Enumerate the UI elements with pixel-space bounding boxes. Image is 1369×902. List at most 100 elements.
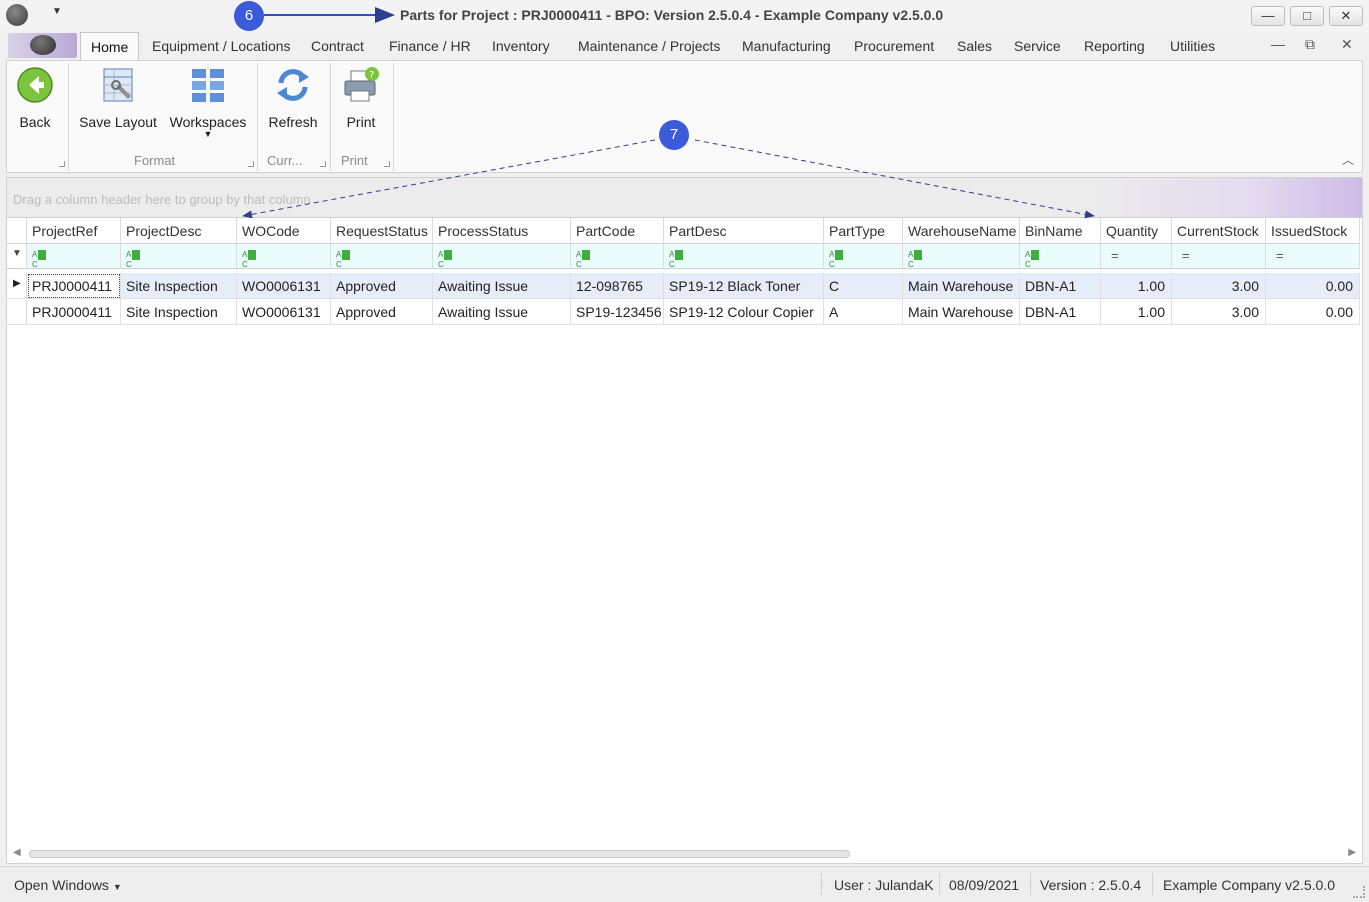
status-separator bbox=[939, 873, 940, 895]
collapse-ribbon-icon[interactable]: ︿ bbox=[1342, 151, 1354, 168]
table-cell[interactable]: SP19-123456 bbox=[571, 299, 664, 325]
filter-cell-partcode[interactable]: AC bbox=[571, 244, 664, 269]
table-cell[interactable]: A bbox=[824, 299, 903, 325]
close-button[interactable]: ✕ bbox=[1329, 6, 1363, 26]
status-separator bbox=[821, 873, 822, 895]
table-cell[interactable]: 3.00 bbox=[1172, 299, 1266, 325]
minimize-button[interactable]: — bbox=[1251, 6, 1285, 26]
scroll-right-icon[interactable]: ▶ bbox=[1348, 847, 1356, 858]
table-cell[interactable]: 1.00 bbox=[1101, 273, 1172, 299]
table-cell[interactable]: SP19-12 Black Toner bbox=[664, 273, 824, 299]
tab-utilities[interactable]: Utilities bbox=[1170, 38, 1215, 54]
column-header-issuedstock[interactable]: IssuedStock bbox=[1266, 218, 1360, 244]
column-header-binname[interactable]: BinName bbox=[1020, 218, 1101, 244]
column-header-warehousename[interactable]: WarehouseName bbox=[903, 218, 1020, 244]
column-header-projectdesc[interactable]: ProjectDesc bbox=[121, 218, 237, 244]
column-header-projectref[interactable]: ProjectRef bbox=[27, 218, 121, 244]
table-cell[interactable]: WO0006131 bbox=[237, 273, 331, 299]
filter-cell-partdesc[interactable]: AC bbox=[664, 244, 824, 269]
filter-cell-projectref[interactable]: AC bbox=[27, 244, 121, 269]
filter-cell-issuedstock[interactable]: = bbox=[1266, 244, 1360, 269]
app-logo-icon[interactable] bbox=[6, 4, 28, 26]
refresh-icon bbox=[277, 69, 309, 101]
column-header-wocode[interactable]: WOCode bbox=[237, 218, 331, 244]
filter-cell-binname[interactable]: AC bbox=[1020, 244, 1101, 269]
filter-cell-currentstock[interactable]: = bbox=[1172, 244, 1266, 269]
group-launcher-icon[interactable] bbox=[384, 161, 390, 167]
table-cell[interactable]: 0.00 bbox=[1266, 273, 1360, 299]
table-cell[interactable]: Main Warehouse bbox=[903, 273, 1020, 299]
maximize-button[interactable]: □ bbox=[1290, 6, 1324, 26]
filter-cell-projectdesc[interactable]: AC bbox=[121, 244, 237, 269]
group-launcher-icon[interactable] bbox=[248, 161, 254, 167]
column-header-quantity[interactable]: Quantity bbox=[1101, 218, 1172, 244]
table-cell[interactable]: Awaiting Issue bbox=[433, 273, 571, 299]
table-cell[interactable]: WO0006131 bbox=[237, 299, 331, 325]
mdi-close-button[interactable]: ✕ bbox=[1341, 36, 1353, 53]
tab-finance-hr[interactable]: Finance / HR bbox=[389, 38, 471, 54]
column-header-currentstock[interactable]: CurrentStock bbox=[1172, 218, 1266, 244]
row-indicator[interactable] bbox=[7, 299, 27, 325]
workspaces-button[interactable]: Workspaces ▼ bbox=[169, 65, 247, 139]
refresh-label: Refresh bbox=[268, 114, 318, 130]
column-header-partcode[interactable]: PartCode bbox=[571, 218, 664, 244]
column-header-parttype[interactable]: PartType bbox=[824, 218, 903, 244]
quick-access-dropdown-icon[interactable]: ▼ bbox=[52, 6, 66, 22]
tab-service[interactable]: Service bbox=[1014, 38, 1061, 54]
filter-cell-wocode[interactable]: AC bbox=[237, 244, 331, 269]
group-by-hint: Drag a column header here to group by th… bbox=[13, 192, 311, 207]
column-header-requeststatus[interactable]: RequestStatus bbox=[331, 218, 433, 244]
resize-grip-icon[interactable] bbox=[1353, 886, 1365, 898]
table-cell[interactable]: Site Inspection bbox=[121, 299, 237, 325]
table-cell[interactable]: 12-098765 bbox=[571, 273, 664, 299]
table-cell[interactable]: Site Inspection bbox=[121, 273, 237, 299]
horizontal-scrollbar[interactable]: ◀ ▶ bbox=[6, 844, 1363, 864]
table-cell[interactable]: C bbox=[824, 273, 903, 299]
table-cell[interactable]: SP19-12 Colour Copier bbox=[664, 299, 824, 325]
tab-manufacturing[interactable]: Manufacturing bbox=[742, 38, 831, 54]
application-menu-button[interactable] bbox=[8, 33, 77, 58]
column-header-partdesc[interactable]: PartDesc bbox=[664, 218, 824, 244]
table-cell[interactable]: PRJ0000411 bbox=[27, 299, 121, 325]
mdi-minimize-button[interactable]: — bbox=[1271, 36, 1285, 52]
group-by-panel[interactable]: Drag a column header here to group by th… bbox=[6, 177, 1363, 218]
tab-home[interactable]: Home bbox=[80, 32, 140, 61]
tab-equipment-locations[interactable]: Equipment / Locations bbox=[152, 38, 291, 54]
filter-cell-warehousename[interactable]: AC bbox=[903, 244, 1020, 269]
row-indicator[interactable]: ▶ bbox=[7, 273, 27, 299]
tab-inventory[interactable]: Inventory bbox=[492, 38, 550, 54]
filter-cell-requeststatus[interactable]: AC bbox=[331, 244, 433, 269]
refresh-button[interactable]: Refresh bbox=[265, 65, 321, 130]
table-cell[interactable]: 3.00 bbox=[1172, 273, 1266, 299]
table-cell[interactable]: Approved bbox=[331, 273, 433, 299]
tab-maintenance-projects[interactable]: Maintenance / Projects bbox=[578, 38, 720, 54]
window-title: Parts for Project : PRJ0000411 - BPO: Ve… bbox=[400, 7, 944, 23]
scroll-left-icon[interactable]: ◀ bbox=[13, 847, 21, 858]
group-label-format: Format bbox=[134, 153, 176, 168]
filter-cell-processstatus[interactable]: AC bbox=[433, 244, 571, 269]
text-filter-icon: AC bbox=[242, 250, 262, 269]
table-cell[interactable]: Awaiting Issue bbox=[433, 299, 571, 325]
mdi-restore-button[interactable]: ⧉ bbox=[1305, 36, 1315, 53]
column-header-processstatus[interactable]: ProcessStatus bbox=[433, 218, 571, 244]
save-layout-button[interactable]: Save Layout bbox=[77, 65, 159, 130]
table-cell[interactable]: DBN-A1 bbox=[1020, 273, 1101, 299]
back-button[interactable]: Back bbox=[13, 65, 57, 130]
table-cell[interactable]: DBN-A1 bbox=[1020, 299, 1101, 325]
tab-sales[interactable]: Sales bbox=[957, 38, 992, 54]
table-cell[interactable]: PRJ0000411 bbox=[27, 273, 121, 299]
group-launcher-icon[interactable] bbox=[59, 161, 65, 167]
filter-cell-parttype[interactable]: AC bbox=[824, 244, 903, 269]
tab-reporting[interactable]: Reporting bbox=[1084, 38, 1145, 54]
print-button[interactable]: ? Print bbox=[339, 65, 383, 130]
table-cell[interactable]: 1.00 bbox=[1101, 299, 1172, 325]
open-windows-button[interactable]: Open Windows ▼ bbox=[14, 877, 122, 893]
table-cell[interactable]: 0.00 bbox=[1266, 299, 1360, 325]
tab-contract[interactable]: Contract bbox=[311, 38, 364, 54]
table-cell[interactable]: Approved bbox=[331, 299, 433, 325]
tab-procurement[interactable]: Procurement bbox=[854, 38, 934, 54]
filter-cell-quantity[interactable]: = bbox=[1101, 244, 1172, 269]
scrollbar-thumb[interactable] bbox=[29, 850, 850, 858]
group-launcher-icon[interactable] bbox=[320, 161, 326, 167]
table-cell[interactable]: Main Warehouse bbox=[903, 299, 1020, 325]
